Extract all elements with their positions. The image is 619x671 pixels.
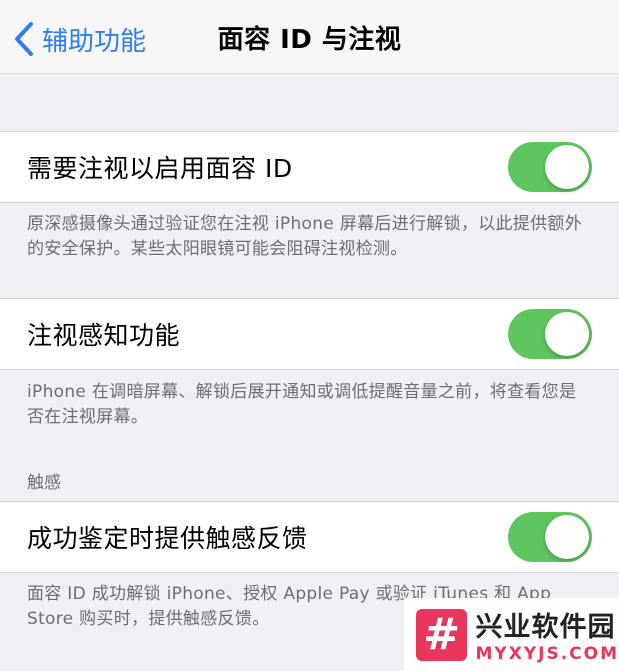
attention-aware-label: 注视感知功能 bbox=[27, 321, 181, 350]
toggle-knob bbox=[545, 515, 589, 559]
require-attention-row: 需要注视以启用面容 ID bbox=[0, 131, 619, 203]
watermark-domain: MYXYJS.COM bbox=[475, 644, 619, 664]
attention-aware-toggle[interactable] bbox=[508, 309, 592, 359]
toggle-knob bbox=[545, 145, 589, 189]
haptic-feedback-row: 成功鉴定时提供触感反馈 bbox=[0, 501, 619, 573]
haptic-feedback-label: 成功鉴定时提供触感反馈 bbox=[27, 524, 308, 553]
navigation-bar: 辅助功能 面容 ID 与注视 bbox=[0, 0, 619, 74]
haptics-section-header: 触感 bbox=[27, 473, 61, 493]
require-attention-toggle[interactable] bbox=[508, 142, 592, 192]
attention-aware-row: 注视感知功能 bbox=[0, 298, 619, 370]
haptic-feedback-toggle[interactable] bbox=[508, 512, 592, 562]
attention-aware-footer: iPhone 在调暗屏幕、解锁后展开通知或调低提醒音量之前，将查看您是否在注视屏… bbox=[27, 382, 577, 427]
watermark: # 兴业软件园 MYXYJS.COM bbox=[404, 598, 619, 671]
require-attention-label: 需要注视以启用面容 ID bbox=[27, 154, 293, 183]
watermark-text: 兴业软件园 MYXYJS.COM bbox=[475, 605, 619, 664]
require-attention-footer: 原深感摄像头通过验证您在注视 iPhone 屏幕后进行解锁，以此提供额外的安全保… bbox=[27, 214, 582, 259]
watermark-logo-icon: # bbox=[416, 608, 468, 661]
page-title: 面容 ID 与注视 bbox=[217, 25, 402, 55]
watermark-name: 兴业软件园 bbox=[475, 612, 616, 643]
toggle-knob bbox=[545, 312, 589, 356]
